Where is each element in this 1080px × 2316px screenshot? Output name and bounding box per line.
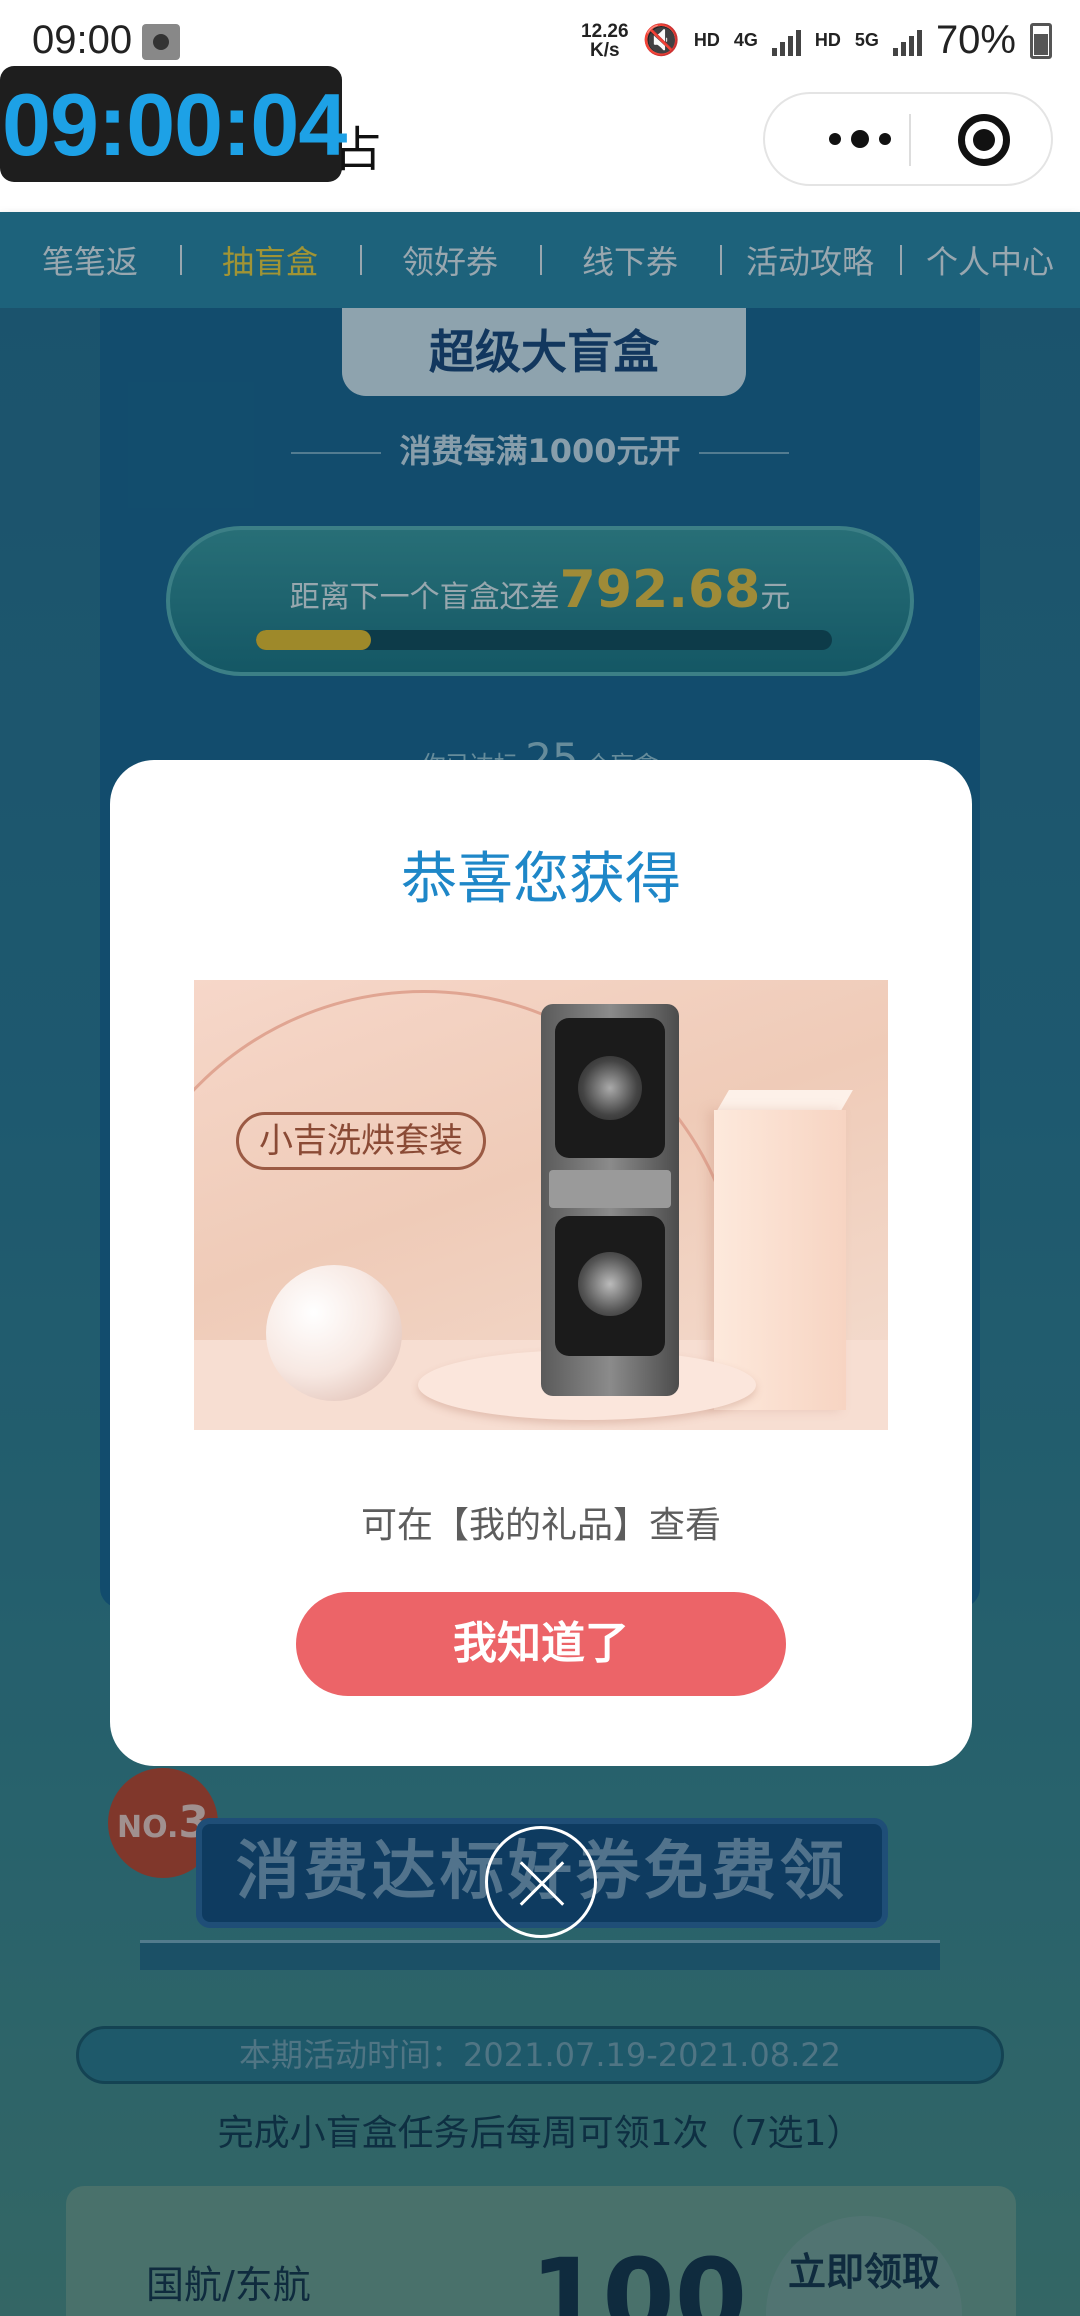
signal-icon <box>771 26 801 56</box>
network-type-1: 4G <box>733 30 758 50</box>
prize-modal: 恭喜您获得 小吉洗烘套装 可在【我的礼品】查看 我知道了 <box>110 760 972 1766</box>
overlay-clock-time: 09:00:04 <box>2 75 347 174</box>
header-title-fragment: 占 <box>334 122 383 178</box>
network-speed-unit: K/s <box>589 39 620 61</box>
ok-button[interactable]: 我知道了 <box>296 1592 786 1696</box>
washer-dryer-illustration <box>541 1004 679 1396</box>
dryer-door <box>555 1018 665 1158</box>
modal-title: 恭喜您获得 <box>401 847 681 912</box>
battery-percent: 70% <box>935 18 1016 62</box>
washer-control-panel <box>549 1170 671 1208</box>
washer-door <box>555 1216 665 1356</box>
prize-image: 小吉洗烘套装 <box>194 980 888 1430</box>
network-speed-value: 12.26 <box>581 20 629 42</box>
battery-icon <box>1030 22 1052 59</box>
mute-icon: 🔇 <box>642 24 680 57</box>
network-speed: 12.26 K/s <box>581 22 629 60</box>
miniprogram-capsule <box>763 92 1053 186</box>
modal-note: 可在【我的礼品】查看 <box>360 1505 721 1546</box>
prize-image-block <box>714 1110 846 1410</box>
overlay-clock: 09:00:04 <box>0 66 347 182</box>
app-notification-icon <box>142 24 180 60</box>
capsule-divider <box>909 114 911 166</box>
target-icon[interactable] <box>958 114 1010 166</box>
prize-image-sphere <box>266 1265 402 1401</box>
prize-name-tag: 小吉洗烘套装 <box>236 1112 486 1170</box>
close-icon[interactable] <box>485 1826 597 1938</box>
hd-label-2: HD <box>814 30 841 50</box>
status-time: 09:00 <box>32 18 133 62</box>
hd-label-1: HD <box>693 30 720 50</box>
status-icons: 12.26 K/s 🔇 HD 4G HD 5G 70% <box>581 18 1052 63</box>
signal-icon <box>892 26 922 56</box>
more-dots-icon[interactable] <box>805 114 915 164</box>
network-type-2: 5G <box>854 30 879 50</box>
